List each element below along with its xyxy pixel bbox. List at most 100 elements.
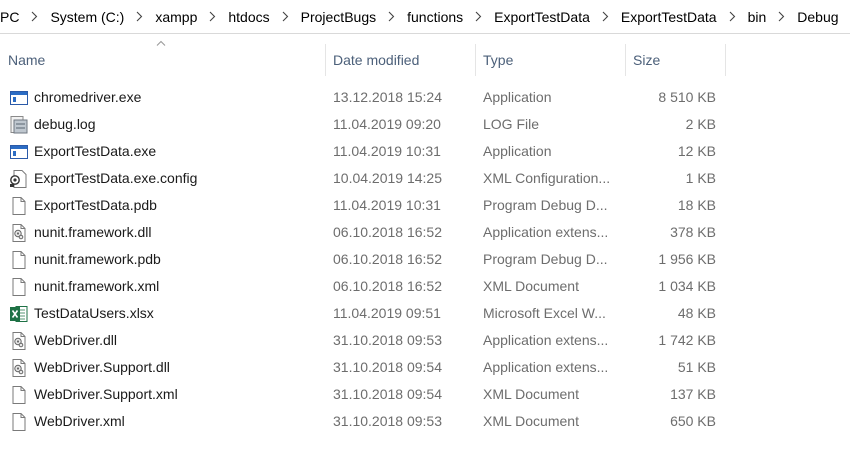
file-size: 51 KB (677, 359, 716, 375)
file-type: Program Debug D... (483, 251, 608, 267)
file-type: XML Document (483, 413, 579, 429)
breadcrumb-item[interactable]: bin (748, 9, 767, 25)
file-row[interactable]: WebDriver.dll 31.10.2018 09:53 Application… (0, 327, 850, 354)
breadcrumb-item[interactable]: Debug (797, 9, 838, 25)
file-list: chromedriver.exe 13.12.2018 15:24 Applicat… (0, 84, 850, 435)
breadcrumb-chevron-icon[interactable] (729, 11, 736, 22)
file-date-modified: 31.10.2018 09:54 (333, 386, 442, 402)
file-name: ExportTestData.exe (34, 143, 157, 159)
file-size: 8 510 KB (658, 89, 716, 105)
file-size: 2 KB (685, 116, 716, 132)
file-name: ExportTestData.exe.config (34, 170, 198, 186)
breadcrumb-chevron-icon[interactable] (282, 11, 289, 22)
file-date-modified: 11.04.2019 10:31 (333, 143, 441, 159)
file-type: Application extens... (483, 332, 609, 348)
breadcrumb-chevron-icon[interactable] (778, 11, 785, 22)
exe-icon (9, 88, 29, 108)
file-date-modified: 13.12.2018 15:24 (333, 89, 442, 105)
file-name: debug.log (34, 116, 96, 132)
file-row[interactable]: nunit.framework.pdb 06.10.2018 16:52 Progr… (0, 246, 850, 273)
column-date-header[interactable]: Date modified (325, 44, 475, 76)
file-type: Application (483, 89, 552, 105)
file-date-modified: 11.04.2019 09:20 (333, 116, 441, 132)
file-row[interactable]: nunit.framework.dll 06.10.2018 16:52 Appli… (0, 219, 850, 246)
file-size: 18 KB (677, 197, 716, 213)
breadcrumb-item[interactable]: PC (0, 9, 19, 25)
log-icon (9, 115, 29, 135)
file-name: ExportTestData.pdb (34, 197, 157, 213)
breadcrumb-chevron-icon[interactable] (31, 11, 38, 22)
file-row[interactable]: ExportTestData.pdb 11.04.2019 10:31 Progra… (0, 192, 850, 219)
breadcrumb-item[interactable]: System (C:) (50, 9, 124, 25)
file-name: nunit.framework.pdb (34, 251, 161, 267)
breadcrumb-chevron-icon[interactable] (602, 11, 609, 22)
file-icon (9, 385, 29, 405)
file-type: Program Debug D... (483, 197, 608, 213)
file-size: 137 KB (670, 386, 716, 402)
file-row[interactable]: WebDriver.Support.dll 31.10.2018 09:54 App… (0, 354, 850, 381)
breadcrumb-chevron-icon[interactable] (388, 11, 395, 22)
breadcrumb-item[interactable]: ProjectBugs (301, 9, 376, 25)
file-type: XML Configuration... (483, 170, 611, 186)
file-type: LOG File (483, 116, 540, 132)
breadcrumb-item[interactable]: functions (407, 9, 463, 25)
dll-icon (9, 223, 29, 243)
file-size: 1 956 KB (658, 251, 716, 267)
column-size-header[interactable]: Size (625, 44, 725, 76)
breadcrumb-chevron-icon[interactable] (209, 11, 216, 22)
file-size: 48 KB (677, 305, 716, 321)
file-row[interactable]: WebDriver.Support.xml 31.10.2018 09:54 XML… (0, 381, 850, 408)
file-date-modified: 06.10.2018 16:52 (333, 278, 442, 294)
file-name: WebDriver.Support.dll (34, 359, 170, 375)
file-name: WebDriver.xml (34, 413, 125, 429)
file-size: 378 KB (670, 224, 716, 240)
file-row[interactable]: debug.log 11.04.2019 09:20 LOG File 2 KB (0, 111, 850, 138)
column-name-header[interactable]: Name (0, 44, 325, 76)
dll-icon (9, 358, 29, 378)
file-size: 12 KB (677, 143, 716, 159)
file-name: WebDriver.Support.xml (34, 386, 178, 402)
file-type: Application extens... (483, 359, 609, 375)
file-name: chromedriver.exe (34, 89, 142, 105)
file-row[interactable]: chromedriver.exe 13.12.2018 15:24 Applicat… (0, 84, 850, 111)
config-icon (9, 169, 29, 189)
file-row[interactable]: TestDataUsers.xlsx 11.04.2019 09:51 Micros… (0, 300, 850, 327)
file-type: Microsoft Excel W... (483, 305, 606, 321)
file-name: nunit.framework.dll (34, 224, 152, 240)
file-type: XML Document (483, 386, 579, 402)
excel-icon (9, 304, 29, 324)
file-date-modified: 31.10.2018 09:53 (333, 332, 442, 348)
file-date-modified: 11.04.2019 10:31 (333, 197, 441, 213)
file-icon (9, 196, 29, 216)
file-date-modified: 06.10.2018 16:52 (333, 251, 442, 267)
file-date-modified: 10.04.2019 14:25 (333, 170, 442, 186)
file-row[interactable]: ExportTestData.exe.config 10.04.2019 14:2… (0, 165, 850, 192)
exe-icon (9, 142, 29, 162)
column-type-header[interactable]: Type (475, 44, 625, 76)
file-size: 1 034 KB (658, 278, 716, 294)
column-header: Name Date modified Type Size (0, 44, 850, 76)
file-type: XML Document (483, 278, 579, 294)
file-type: Application (483, 143, 552, 159)
file-size: 1 KB (685, 170, 716, 186)
file-name: TestDataUsers.xlsx (34, 305, 154, 321)
file-date-modified: 31.10.2018 09:53 (333, 413, 442, 429)
breadcrumb-item[interactable]: ExportTestData (494, 9, 590, 25)
file-row[interactable]: nunit.framework.xml 06.10.2018 16:52 XML D… (0, 273, 850, 300)
breadcrumb-chevron-icon[interactable] (475, 11, 482, 22)
column-divider[interactable] (725, 44, 726, 76)
breadcrumb-item[interactable]: xampp (155, 9, 197, 25)
address-bar[interactable]: PC System (C:) xampp htdocs ProjectBugs funct… (0, 0, 850, 34)
file-date-modified: 11.04.2019 09:51 (333, 305, 441, 321)
file-size: 650 KB (670, 413, 716, 429)
file-row[interactable]: ExportTestData.exe 11.04.2019 10:31 Applic… (0, 138, 850, 165)
file-icon (9, 412, 29, 432)
file-icon (9, 250, 29, 270)
breadcrumb-item[interactable]: htdocs (228, 9, 269, 25)
breadcrumb-chevron-icon[interactable] (136, 11, 143, 22)
sort-ascending-icon (156, 40, 166, 46)
file-icon (9, 277, 29, 297)
breadcrumb-item[interactable]: ExportTestData (621, 9, 717, 25)
file-row[interactable]: WebDriver.xml 31.10.2018 09:53 XML Documen… (0, 408, 850, 435)
file-date-modified: 31.10.2018 09:54 (333, 359, 442, 375)
